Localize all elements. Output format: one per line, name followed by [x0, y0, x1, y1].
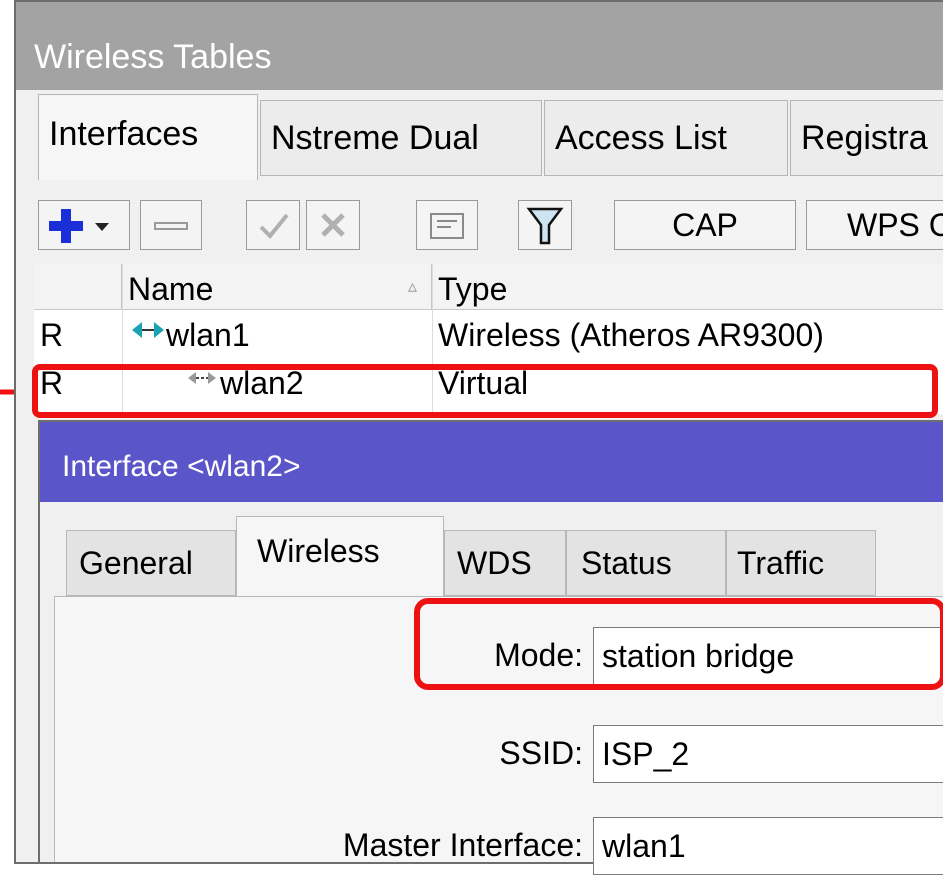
filter-button[interactable] [518, 200, 572, 250]
row-flag: R [40, 317, 64, 353]
tab-nstreme-dual[interactable]: Nstreme Dual [260, 100, 542, 176]
row-name-label: wlan1 [166, 317, 250, 353]
enable-button[interactable] [246, 200, 300, 250]
disable-button[interactable] [306, 200, 360, 250]
highlight-selected-row [32, 364, 938, 418]
tab-status[interactable]: Status [566, 530, 726, 596]
highlight-mode-field [414, 598, 943, 690]
tab-wireless[interactable]: Wireless [236, 516, 444, 598]
remove-button[interactable] [140, 200, 202, 250]
window-title: Wireless Tables [16, 2, 943, 90]
column-header-flags[interactable] [34, 264, 122, 310]
check-icon [259, 213, 289, 239]
row-name: wlan1 [130, 312, 250, 356]
row-type: Wireless (Atheros AR9300) [438, 317, 824, 353]
comment-button[interactable] [416, 200, 478, 250]
tab-access-list[interactable]: Access List [544, 100, 788, 176]
table-row[interactable]: R wlan1 Wireless (Atheros AR9300) [34, 312, 943, 356]
tab-general[interactable]: General [66, 530, 236, 596]
dialog-title: Interface <wlan2> [40, 422, 943, 502]
table-header: Name ▵ Type [34, 264, 943, 310]
column-header-name[interactable]: Name ▵ [122, 264, 432, 310]
main-tab-bar: Interfaces Nstreme Dual Access List Regi… [16, 90, 943, 188]
minus-icon [154, 222, 188, 230]
plus-icon [49, 209, 109, 243]
tab-traffic[interactable]: Traffic [726, 530, 876, 596]
tab-interfaces[interactable]: Interfaces [38, 94, 258, 180]
column-header-name-label: Name [128, 271, 214, 307]
toolbar: CAP WPS C [16, 188, 943, 260]
comment-icon [430, 213, 464, 239]
cross-icon [321, 213, 345, 237]
column-header-type[interactable]: Type [432, 264, 943, 310]
master-interface-select[interactable]: wlan1 [593, 817, 943, 875]
master-interface-label: Master Interface: [342, 827, 583, 863]
sort-ascending-icon: ▵ [407, 276, 417, 296]
filter-icon [526, 207, 564, 245]
wireless-interface-icon [132, 322, 164, 338]
ssid-label: SSID: [499, 735, 583, 771]
tab-wds[interactable]: WDS [444, 530, 566, 596]
add-button[interactable] [38, 200, 130, 250]
ssid-input[interactable]: ISP_2 [593, 725, 943, 783]
tab-registration[interactable]: Registra [790, 100, 943, 176]
wps-client-button[interactable]: WPS C [806, 200, 943, 250]
cap-button[interactable]: CAP [614, 200, 796, 250]
